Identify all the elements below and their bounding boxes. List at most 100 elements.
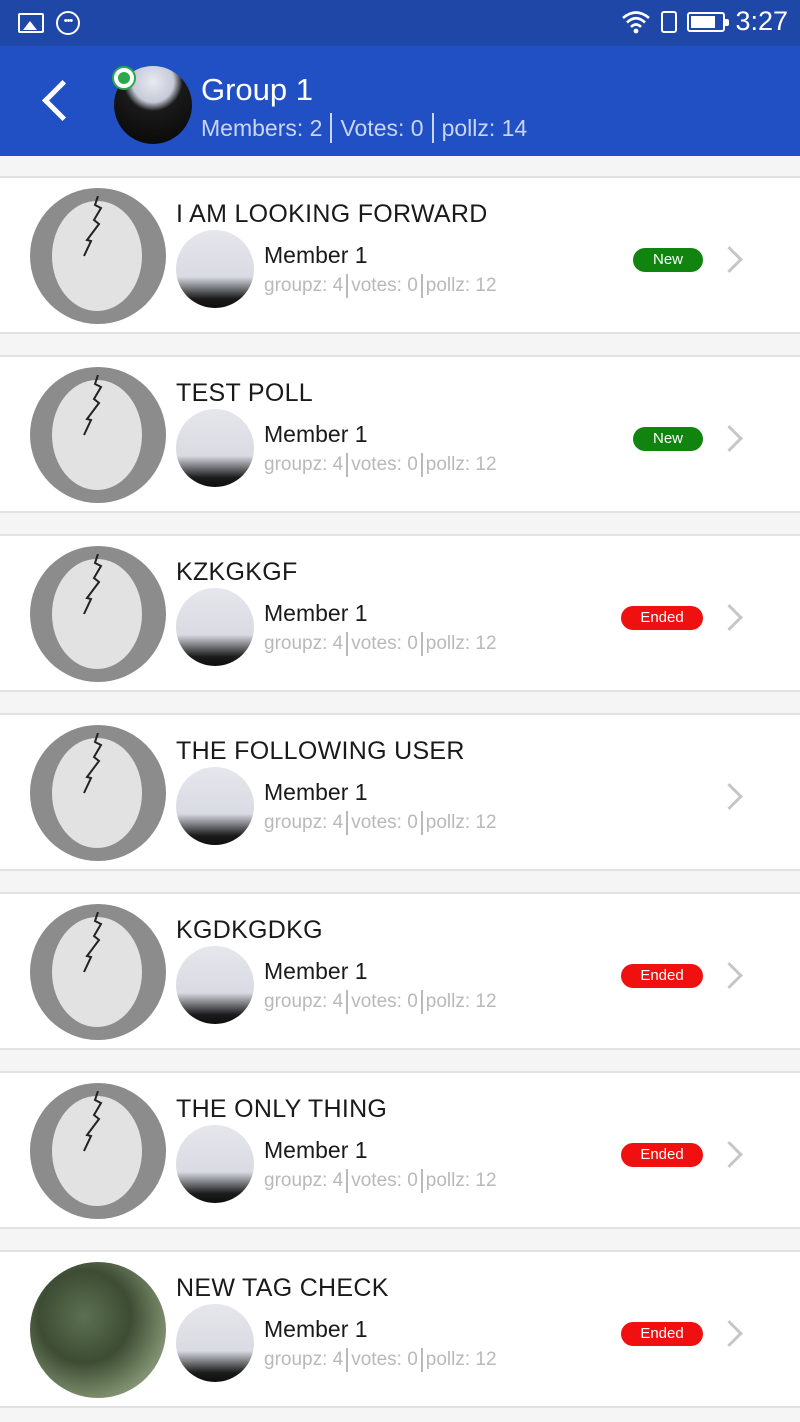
member-stats: groupz: 4 votes: 0 pollz: 12 — [264, 274, 497, 298]
member-avatar[interactable] — [176, 767, 254, 845]
member-groupz: groupz: 4 — [264, 275, 344, 296]
member-groupz: groupz: 4 — [264, 991, 344, 1012]
poll-image — [30, 188, 166, 324]
status-badge: Ended — [621, 1143, 703, 1167]
status-badge: New — [633, 248, 703, 272]
poll-card[interactable]: THE FOLLOWING USER Member 1 groupz: 4 vo… — [0, 713, 800, 871]
member-name: Member 1 — [264, 600, 368, 626]
member-pollz: pollz: 12 — [425, 275, 497, 296]
member-avatar[interactable] — [176, 1304, 254, 1382]
member-avatar[interactable] — [176, 230, 254, 308]
member-votes: votes: 0 — [351, 454, 418, 475]
member-groupz: groupz: 4 — [264, 1170, 344, 1191]
divider — [420, 1169, 423, 1193]
member-votes: votes: 0 — [351, 633, 418, 654]
member-pollz: pollz: 12 — [425, 633, 497, 654]
status-badge: Ended — [621, 606, 703, 630]
member-stats: groupz: 4 votes: 0 pollz: 12 — [264, 990, 497, 1014]
member-stats: groupz: 4 votes: 0 pollz: 12 — [264, 811, 497, 835]
poll-card[interactable]: NEW TAG CHECK Member 1 groupz: 4 votes: … — [0, 1250, 800, 1408]
chevron-right-icon[interactable] — [718, 244, 744, 274]
more-circle-icon: ••• — [56, 11, 80, 35]
member-pollz: pollz: 12 — [425, 991, 497, 1012]
poll-title: THE ONLY THING — [176, 1095, 388, 1123]
group-title: Group 1 — [201, 72, 314, 107]
status-badge: Ended — [621, 1322, 703, 1346]
image-icon — [18, 13, 44, 33]
member-groupz: groupz: 4 — [264, 633, 344, 654]
app-header: Group 1 Members: 2 Votes: 0 pollz: 14 — [0, 46, 800, 156]
divider — [346, 990, 349, 1014]
status-right-icons: 3:27 — [621, 6, 788, 37]
chevron-right-icon[interactable] — [718, 423, 744, 453]
member-name: Member 1 — [264, 242, 368, 268]
status-badge: New — [633, 427, 703, 451]
poll-image — [30, 1083, 166, 1219]
poll-image — [30, 367, 166, 503]
member-avatar[interactable] — [176, 409, 254, 487]
divider — [420, 990, 423, 1014]
member-votes: votes: 0 — [351, 812, 418, 833]
member-avatar[interactable] — [176, 588, 254, 666]
member-votes: votes: 0 — [351, 991, 418, 1012]
poll-card[interactable]: KGDKGDKG Member 1 groupz: 4 votes: 0 pol… — [0, 892, 800, 1050]
member-name: Member 1 — [264, 779, 368, 805]
poll-title: TEST POLL — [176, 379, 314, 407]
divider — [420, 1348, 423, 1372]
online-badge-icon — [112, 66, 136, 90]
battery-icon — [687, 11, 730, 32]
sim-icon — [661, 10, 678, 33]
divider — [346, 1348, 349, 1372]
poll-title: KGDKGDKG — [176, 916, 323, 944]
member-stats: groupz: 4 votes: 0 pollz: 12 — [264, 453, 497, 477]
chevron-right-icon[interactable] — [718, 960, 744, 990]
status-badge: Ended — [621, 964, 703, 988]
member-avatar[interactable] — [176, 946, 254, 1024]
poll-card[interactable]: THE ONLY THING Member 1 groupz: 4 votes:… — [0, 1071, 800, 1229]
member-votes: votes: 0 — [351, 275, 418, 296]
poll-title: I AM LOOKING FORWARD — [176, 200, 488, 228]
member-name: Member 1 — [264, 1137, 368, 1163]
member-groupz: groupz: 4 — [264, 812, 344, 833]
divider — [420, 453, 423, 477]
member-pollz: pollz: 12 — [425, 1170, 497, 1191]
divider — [330, 113, 333, 143]
group-members-count: Members: 2 — [201, 114, 323, 141]
group-votes-count: Votes: 0 — [340, 114, 424, 141]
member-stats: groupz: 4 votes: 0 pollz: 12 — [264, 632, 497, 656]
poll-card[interactable]: I AM LOOKING FORWARD Member 1 groupz: 4 … — [0, 176, 800, 334]
member-pollz: pollz: 12 — [425, 812, 497, 833]
wifi-icon — [622, 10, 651, 33]
chevron-right-icon[interactable] — [718, 602, 744, 632]
member-stats: groupz: 4 votes: 0 pollz: 12 — [264, 1348, 497, 1372]
chevron-right-icon[interactable] — [718, 781, 744, 811]
member-name: Member 1 — [264, 958, 368, 984]
group-stats: Members: 2 Votes: 0 pollz: 14 — [201, 113, 527, 143]
member-votes: votes: 0 — [351, 1349, 418, 1370]
status-time: 3:27 — [735, 6, 788, 36]
status-bar: ••• 3:27 — [0, 0, 800, 46]
member-name: Member 1 — [264, 421, 368, 447]
member-pollz: pollz: 12 — [425, 454, 497, 475]
member-avatar[interactable] — [176, 1125, 254, 1203]
chevron-right-icon[interactable] — [718, 1318, 744, 1348]
poll-title: NEW TAG CHECK — [176, 1274, 389, 1302]
poll-image — [30, 725, 166, 861]
divider — [420, 274, 423, 298]
back-button[interactable] — [28, 72, 84, 128]
divider — [346, 811, 349, 835]
member-groupz: groupz: 4 — [264, 1349, 344, 1370]
poll-image — [30, 546, 166, 682]
member-name: Member 1 — [264, 1316, 368, 1342]
chevron-right-icon[interactable] — [718, 1139, 744, 1169]
divider — [346, 274, 349, 298]
member-groupz: groupz: 4 — [264, 454, 344, 475]
poll-card[interactable]: TEST POLL Member 1 groupz: 4 votes: 0 po… — [0, 355, 800, 513]
member-votes: votes: 0 — [351, 1170, 418, 1191]
divider — [420, 632, 423, 656]
poll-card[interactable]: KZKGKGF Member 1 groupz: 4 votes: 0 poll… — [0, 534, 800, 692]
divider — [431, 113, 434, 143]
poll-image — [30, 1262, 166, 1398]
divider — [346, 453, 349, 477]
poll-image — [30, 904, 166, 1040]
